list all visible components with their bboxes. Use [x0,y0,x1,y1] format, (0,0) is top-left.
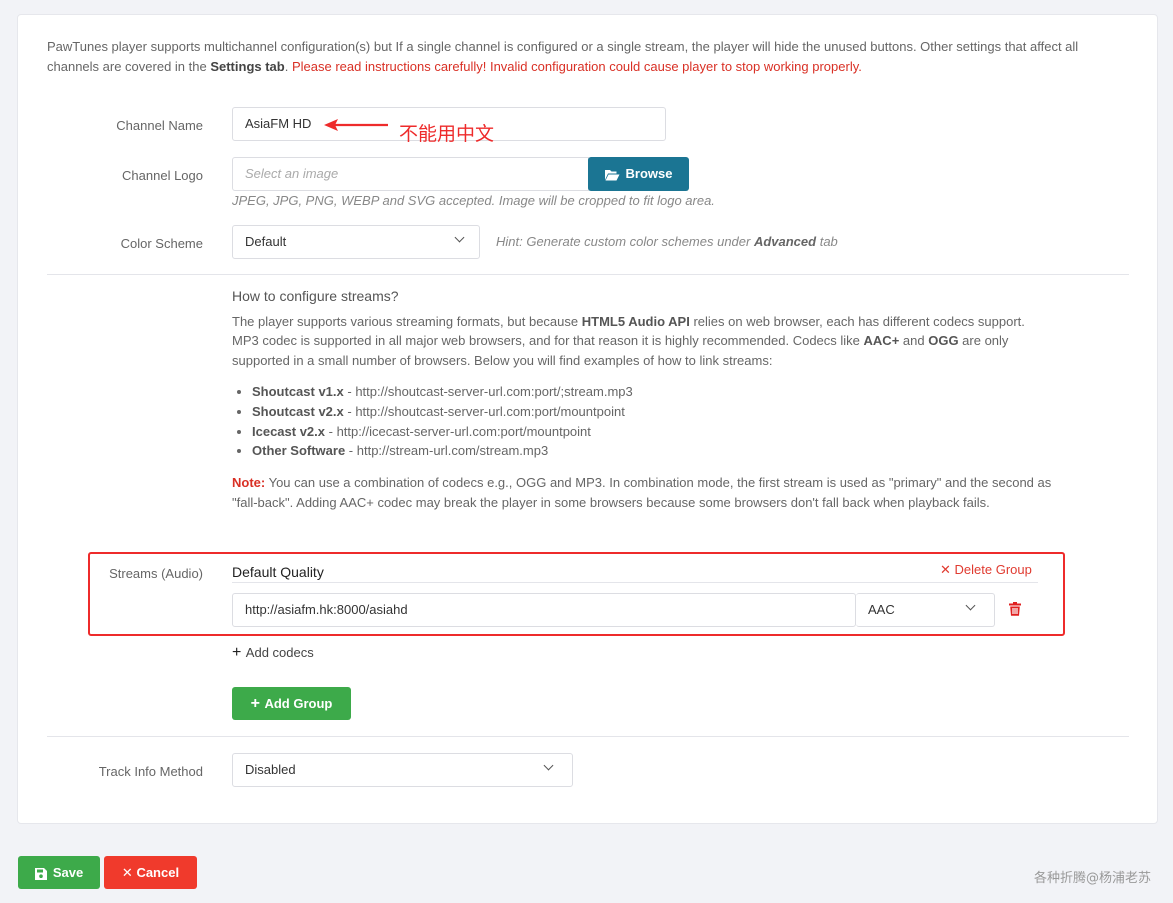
watermark: 各种折腾@杨浦老苏 [1034,871,1152,886]
cancel-button[interactable]: ✕ Cancel [104,856,197,889]
trash-icon[interactable] [1008,602,1022,616]
stream-url-input[interactable]: http://asiafm.hk:8000/asiahd [232,593,856,627]
channel-name-label: Channel Name [116,118,203,133]
annotation-arrow-icon [324,119,388,131]
color-scheme-select[interactable]: Default [232,225,480,259]
close-icon: ✕ [940,562,955,577]
add-group-button[interactable]: + Add Group [232,687,351,720]
channel-logo-help: JPEG, JPG, PNG, WEBP and SVG accepted. I… [232,193,715,208]
codec-select[interactable]: AAC [856,593,995,627]
instructions-title: How to configure streams? [232,288,399,304]
stream-instructions: How to configure streams? The player sup… [232,287,1052,512]
folder-open-icon [604,169,620,181]
instructions-paragraph: The player supports various streaming fo… [232,313,1025,368]
annotation-text: 不能用中文 [399,123,495,145]
list-item: Shoutcast v2.x - http://shoutcast-server… [252,402,1052,422]
settings-tab-ref: Settings tab [210,59,285,74]
divider [47,274,1129,275]
color-scheme-label: Color Scheme [120,236,203,251]
list-item: Icecast v2.x - http://icecast-server-url… [252,422,1052,442]
list-item: Shoutcast v1.x - http://shoutcast-server… [252,382,1052,402]
channel-logo-input[interactable]: Select an image [232,157,589,191]
track-info-select[interactable]: Disabled [232,753,573,787]
plus-icon: + [250,695,265,712]
plus-icon: + [232,644,246,661]
stream-group-title: Default Quality [232,564,324,580]
group-divider [232,582,1038,583]
delete-group-button[interactable]: ✕ Delete Group [940,562,1032,578]
add-codecs-button[interactable]: + Add codecs [232,644,314,662]
instructions-note: Note: You can use a combination of codec… [232,475,1052,510]
color-scheme-hint: Hint: Generate custom color schemes unde… [496,234,838,249]
divider [47,736,1129,737]
browse-button[interactable]: Browse [588,157,689,191]
channel-config-card: PawTunes player supports multichannel co… [17,14,1158,824]
floppy-disk-icon [34,867,47,880]
chevron-down-icon [454,232,465,243]
chevron-down-icon [543,760,554,771]
chevron-down-icon [965,600,976,611]
list-item: Other Software - http://stream-url.com/s… [252,441,1052,461]
stream-examples-list: Shoutcast v1.x - http://shoutcast-server… [252,382,1052,461]
intro-warning: Please read instructions carefully! Inva… [291,59,862,74]
save-button[interactable]: Save [18,856,100,889]
close-icon: ✕ [121,865,137,880]
streams-label: Streams (Audio) [109,566,203,581]
intro-text: PawTunes player supports multichannel co… [47,39,1079,74]
channel-logo-label: Channel Logo [122,168,203,183]
track-info-label: Track Info Method [98,764,203,779]
